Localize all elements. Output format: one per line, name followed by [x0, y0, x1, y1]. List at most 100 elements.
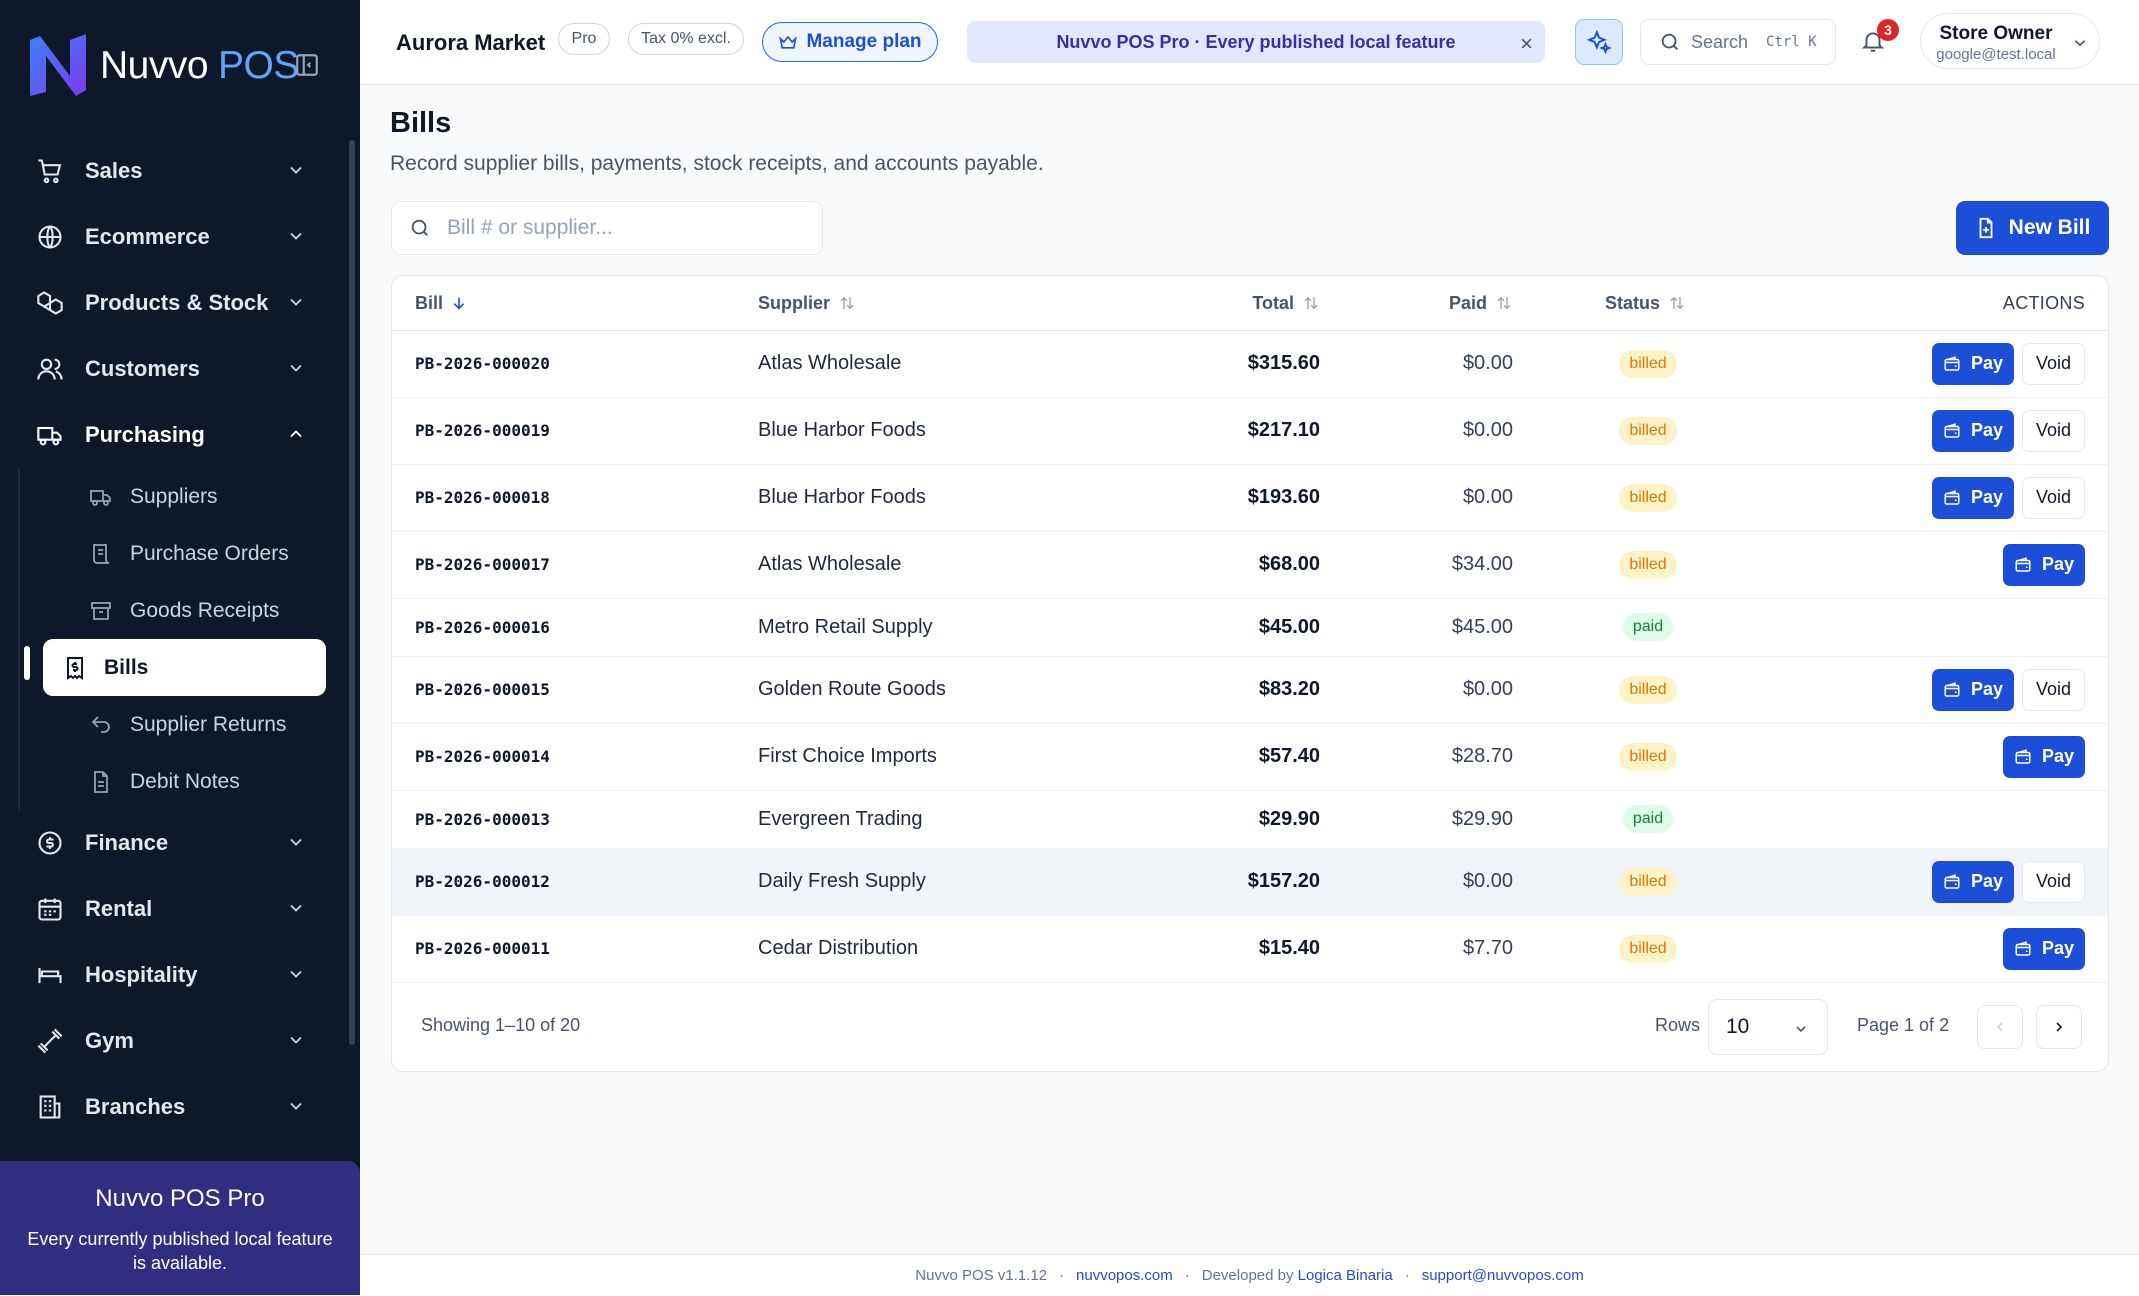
sidebar-collapse-button[interactable]: [294, 52, 320, 78]
void-button[interactable]: Void: [2022, 668, 2085, 711]
new-bill-button[interactable]: New Bill: [1956, 201, 2109, 255]
sidebar-item-goods-receipts[interactable]: Goods Receipts: [43, 582, 326, 639]
row-actions: Pay: [2003, 915, 2085, 982]
bill-search-input[interactable]: [445, 215, 809, 241]
table-row[interactable]: PB-2026-000018 Blue Harbor Foods $193.60 $0…: [392, 464, 2108, 532]
sidebar-item-customers[interactable]: Customers: [0, 336, 360, 402]
sidebar-item-debit-notes[interactable]: Debit Notes: [43, 753, 326, 810]
table-row[interactable]: PB-2026-000012 Daily Fresh Supply $157.20 $…: [392, 848, 2108, 916]
column-total-header[interactable]: Total: [1252, 276, 1320, 330]
bill-search-field[interactable]: [391, 201, 823, 255]
status-cell: paid: [1614, 598, 1682, 656]
sidebar-item-products-stock[interactable]: Products & Stock: [0, 270, 360, 336]
banner-text: Nuvvo POS Pro · Every published local fe…: [1056, 31, 1456, 52]
column-bill-header[interactable]: Bill: [415, 276, 467, 330]
previous-page-button[interactable]: [1977, 1005, 2023, 1049]
table-row[interactable]: PB-2026-000016 Metro Retail Supply $45.00 $…: [392, 598, 2108, 657]
sidebar-item-bills[interactable]: Bills: [43, 639, 326, 696]
void-button[interactable]: Void: [2022, 342, 2085, 385]
sidebar-item-label: Purchasing: [85, 422, 205, 447]
bill-total: $315.60: [1247, 352, 1320, 374]
sidebar-item-suppliers[interactable]: Suppliers: [43, 468, 326, 525]
store-name[interactable]: Aurora Market: [396, 30, 545, 56]
cart-icon: [38, 159, 62, 184]
status-badge: billed: [1619, 742, 1677, 771]
brand-logo[interactable]: Nuvvo POS: [26, 32, 299, 100]
sidebar-item-supplier-returns[interactable]: Supplier Returns: [43, 696, 326, 753]
table-row[interactable]: PB-2026-000014 First Choice Imports $57.40…: [392, 723, 2108, 791]
pay-button[interactable]: Pay: [1932, 409, 2014, 452]
developer-link[interactable]: Logica Binaria: [1298, 1267, 1393, 1284]
sidebar-scrollbar[interactable]: [349, 140, 355, 1045]
sidebar-item-ecommerce[interactable]: Ecommerce: [0, 204, 360, 270]
row-actions: Pay Void: [1932, 464, 2085, 531]
bill-number[interactable]: PB-2026-000012: [415, 848, 550, 915]
user-menu-button[interactable]: Store Owner google@test.local: [1920, 13, 2100, 69]
bill-paid: $34.00: [1451, 553, 1513, 575]
top-bar: Aurora Market Pro Tax 0% excl. Manage pl…: [360, 0, 2139, 85]
sidebar-item-finance[interactable]: Finance: [0, 810, 360, 876]
bill-number[interactable]: PB-2026-000019: [415, 397, 550, 464]
ai-assistant-button[interactable]: [1575, 19, 1623, 65]
chevron-down-icon: [290, 904, 302, 912]
user-name: Store Owner: [1939, 23, 2053, 44]
sidebar-item-label: Debit Notes: [130, 769, 240, 793]
table-header: Bill Supplier Total Paid Status ACTIONS: [392, 276, 2108, 331]
sidebar-item-label: Bills: [104, 655, 149, 679]
column-status-header[interactable]: Status: [1605, 276, 1686, 330]
wallet-icon: [2015, 940, 2031, 956]
table-row[interactable]: PB-2026-000020 Atlas Wholesale $315.60 $0.0…: [392, 330, 2108, 398]
global-search-button[interactable]: Search Ctrl K: [1640, 19, 1836, 65]
pay-button[interactable]: Pay: [2003, 543, 2085, 586]
website-link[interactable]: nuvvopos.com: [1076, 1267, 1173, 1284]
void-button[interactable]: Void: [2022, 476, 2085, 519]
pay-button[interactable]: Pay: [2003, 927, 2085, 970]
sidebar-item-sales[interactable]: Sales: [0, 138, 360, 204]
sidebar-item-purchase-orders[interactable]: Purchase Orders: [43, 525, 326, 582]
support-email-link[interactable]: support@nuvvopos.com: [1422, 1267, 1584, 1284]
bill-number[interactable]: PB-2026-000011: [415, 915, 550, 982]
sidebar-item-gym[interactable]: Gym: [0, 1008, 360, 1074]
column-paid-header[interactable]: Paid: [1449, 276, 1513, 330]
bill-number[interactable]: PB-2026-000020: [415, 330, 550, 397]
pay-label: Pay: [2041, 554, 2075, 574]
bill-number[interactable]: PB-2026-000016: [415, 598, 550, 656]
bill-number[interactable]: PB-2026-000014: [415, 723, 550, 790]
sidebar-item-purchasing[interactable]: Purchasing: [0, 402, 360, 468]
table-row[interactable]: PB-2026-000019 Blue Harbor Foods $217.10 $0…: [392, 397, 2108, 465]
arrow-down-icon: [453, 297, 465, 310]
column-supplier-header[interactable]: Supplier: [758, 276, 856, 330]
status-badge: billed: [1619, 934, 1677, 963]
table-row[interactable]: PB-2026-000015 Golden Route Goods $83.20 $0…: [392, 656, 2108, 724]
table-row[interactable]: PB-2026-000011 Cedar Distribution $15.40 $7…: [392, 915, 2108, 983]
row-actions: Pay: [2003, 723, 2085, 790]
close-icon[interactable]: ×: [1520, 31, 1533, 57]
bill-number[interactable]: PB-2026-000018: [415, 464, 550, 531]
column-label: Status: [1605, 292, 1661, 313]
table-row[interactable]: PB-2026-000013 Evergreen Trading $29.90 $29…: [392, 790, 2108, 849]
sidebar-item-branches[interactable]: Branches: [0, 1074, 360, 1140]
pay-button[interactable]: Pay: [1932, 860, 2014, 903]
sidebar-item-rental[interactable]: Rental: [0, 876, 360, 942]
bill-number[interactable]: PB-2026-000013: [415, 790, 550, 848]
rows-per-page-select[interactable]: 10: [1708, 999, 1828, 1055]
sidebar-item-label: Branches: [85, 1094, 186, 1119]
boxes-icon: [37, 291, 63, 315]
manage-plan-button[interactable]: Manage plan: [762, 22, 938, 62]
promo-description: Every currently published local feature …: [27, 1229, 333, 1273]
bill-number[interactable]: PB-2026-000017: [415, 531, 550, 598]
pay-button[interactable]: Pay: [1932, 342, 2014, 385]
pay-button[interactable]: Pay: [1932, 668, 2014, 711]
next-page-button[interactable]: [2036, 1005, 2082, 1049]
void-button[interactable]: Void: [2022, 409, 2085, 452]
bill-number[interactable]: PB-2026-000015: [415, 656, 550, 723]
pay-button[interactable]: Pay: [1932, 476, 2014, 519]
pay-button[interactable]: Pay: [2003, 735, 2085, 778]
footer-separator: ·: [1184, 1267, 1190, 1284]
page-title: Bills: [390, 107, 452, 139]
void-button[interactable]: Void: [2022, 860, 2085, 903]
crown-icon: [779, 35, 798, 49]
table-row[interactable]: PB-2026-000017 Atlas Wholesale $68.00 $34.0…: [392, 531, 2108, 599]
sidebar-item-hospitality[interactable]: Hospitality: [0, 942, 360, 1008]
rows-per-page-value: 10: [1726, 1015, 1750, 1038]
